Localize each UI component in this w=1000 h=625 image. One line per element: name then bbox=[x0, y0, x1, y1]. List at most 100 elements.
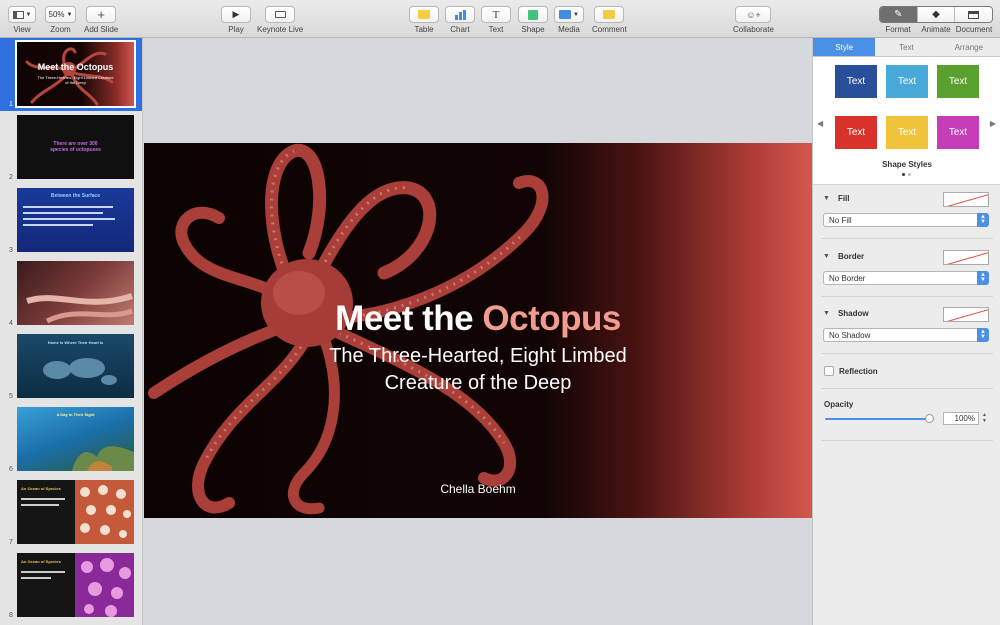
slide-author[interactable]: Chella Boehm bbox=[144, 482, 812, 496]
reflection-label: Reflection bbox=[839, 367, 878, 376]
play-icon: ▶ bbox=[232, 9, 240, 19]
slide-canvas[interactable]: Meet the Octopus The Three-Hearted, Eigh… bbox=[144, 38, 812, 625]
shape-label: Shape bbox=[521, 25, 545, 34]
page-dot[interactable] bbox=[908, 173, 911, 176]
view-sidebar-icon bbox=[12, 10, 24, 19]
slide-thumbnail-8[interactable]: 8 An Ocean of Species bbox=[0, 549, 142, 622]
keynote-live-button[interactable]: Keynote Live bbox=[257, 6, 303, 34]
reef-thumbnail-image bbox=[72, 446, 134, 471]
animate-button[interactable]: ◆ bbox=[916, 7, 955, 22]
up-down-arrows-icon: ▲ ▼ bbox=[977, 328, 989, 342]
shape-style-swatch[interactable]: Text bbox=[886, 116, 928, 149]
shadow-color-well[interactable] bbox=[943, 307, 989, 322]
view-button[interactable]: ▼ View bbox=[8, 6, 36, 34]
diamond-icon: ◆ bbox=[932, 9, 940, 20]
slide-number: 1 bbox=[9, 101, 13, 108]
tab-text[interactable]: Text bbox=[875, 38, 937, 56]
shape-button[interactable]: Shape bbox=[518, 6, 548, 34]
opacity-slider-track[interactable] bbox=[825, 418, 929, 420]
opacity-stepper[interactable]: ▲ ▼ bbox=[980, 412, 989, 425]
slide-thumbnail-image: A Day in Their Sight bbox=[17, 407, 134, 471]
slide-thumbnail-1[interactable]: 1 Meet the Octopus The Three-Hearted, Ei… bbox=[0, 38, 142, 111]
format-button[interactable]: ✎ bbox=[880, 7, 917, 22]
border-select[interactable]: No Border ▲ ▼ bbox=[823, 271, 989, 285]
slide-number: 3 bbox=[9, 247, 13, 254]
border-select-value: No Border bbox=[829, 273, 866, 283]
document-button[interactable] bbox=[954, 7, 992, 22]
slide-thumbnail-image bbox=[17, 261, 134, 325]
up-down-arrows-icon: ▲ ▼ bbox=[977, 213, 989, 227]
shadow-select[interactable]: No Shadow ▲ ▼ bbox=[823, 328, 989, 342]
divider bbox=[821, 388, 993, 389]
slide-subtitle-line2[interactable]: Creature of the Deep bbox=[144, 372, 812, 395]
fill-color-well[interactable] bbox=[943, 192, 989, 207]
slide-thumbnail-7[interactable]: 7 An Ocean of Species bbox=[0, 476, 142, 549]
zoom-select[interactable]: 50% ▼ Zoom bbox=[45, 6, 76, 34]
thumbnail-bullets bbox=[21, 498, 65, 506]
reflection-checkbox[interactable] bbox=[824, 366, 834, 376]
comment-label: Comment bbox=[592, 25, 627, 34]
slide-thumbnail-image: Home is Where Their Heart Is bbox=[17, 334, 134, 398]
shape-style-swatch[interactable]: Text bbox=[835, 116, 877, 149]
current-slide[interactable]: Meet the Octopus The Three-Hearted, Eigh… bbox=[144, 143, 812, 518]
keynote-live-icon bbox=[274, 11, 286, 18]
chevron-right-icon[interactable]: ▶ bbox=[990, 119, 996, 128]
slide-number: 8 bbox=[9, 612, 13, 619]
slide-thumbnail-4[interactable]: 4 bbox=[0, 257, 142, 330]
add-slide-button[interactable]: + Add Slide bbox=[84, 6, 118, 34]
table-label: Table bbox=[414, 25, 434, 34]
collaborate-label: Collaborate bbox=[733, 25, 774, 34]
tab-arrange[interactable]: Arrange bbox=[938, 38, 1000, 56]
chevron-down-icon: ▼ bbox=[573, 11, 579, 18]
zoom-value: 50% bbox=[48, 10, 65, 19]
slide-thumbnail-3[interactable]: 3 Between the Surface bbox=[0, 184, 142, 257]
slide-thumbnail-2[interactable]: 2 There are over 300 species of octopuse… bbox=[0, 111, 142, 184]
keynote-live-label: Keynote Live bbox=[257, 25, 304, 34]
slide-thumbnail-5[interactable]: 5 Home is Where Their Heart Is bbox=[0, 330, 142, 403]
shape-icon bbox=[528, 9, 538, 20]
shape-style-swatch[interactable]: Text bbox=[937, 65, 979, 98]
format-label: Format bbox=[885, 25, 911, 34]
thumbnail-bullets bbox=[21, 571, 65, 579]
octopus-thumbnail-image bbox=[25, 47, 114, 106]
shape-styles-panel: ◀ ▶ Text Text Text Text Text Text Shape … bbox=[813, 57, 1000, 185]
play-label: Play bbox=[228, 25, 244, 34]
shape-style-swatch[interactable]: Text bbox=[937, 116, 979, 149]
media-button[interactable]: ▼ Media bbox=[554, 6, 584, 34]
chart-button[interactable]: Chart bbox=[445, 6, 475, 34]
comment-button[interactable]: Comment bbox=[592, 6, 627, 34]
opacity-slider-knob[interactable] bbox=[925, 414, 934, 423]
play-button[interactable]: ▶ Play bbox=[221, 6, 251, 34]
chart-icon bbox=[454, 9, 466, 20]
shape-style-swatch[interactable]: Text bbox=[886, 65, 928, 98]
border-section-header[interactable]: ▼ Border bbox=[823, 252, 864, 261]
border-color-well[interactable] bbox=[943, 250, 989, 265]
slide-title[interactable]: Meet the Octopus bbox=[144, 299, 812, 339]
chevron-left-icon[interactable]: ◀ bbox=[817, 119, 823, 128]
table-icon bbox=[418, 10, 430, 19]
slide-subtitle-line1[interactable]: The Three-Hearted, Eight Limbed bbox=[144, 345, 812, 368]
up-down-arrows-icon: ▲ ▼ bbox=[977, 271, 989, 285]
slide-number: 5 bbox=[9, 393, 13, 400]
fill-select-value: No Fill bbox=[829, 215, 852, 225]
table-button[interactable]: Table bbox=[409, 6, 439, 34]
chart-label: Chart bbox=[450, 25, 470, 34]
slide-title-part1: Meet the bbox=[335, 299, 483, 338]
shape-style-swatch[interactable]: Text bbox=[835, 65, 877, 98]
text-button[interactable]: T Text bbox=[481, 6, 511, 34]
divider bbox=[821, 440, 993, 441]
format-inspector: Style Text Arrange ◀ ▶ Text Text Text Te… bbox=[812, 38, 1000, 625]
collaborate-button[interactable]: ☺+ Collaborate bbox=[733, 6, 774, 34]
fill-section-header[interactable]: ▼ Fill bbox=[823, 194, 850, 203]
shape-styles-label: Shape Styles bbox=[882, 160, 932, 169]
page-indicator bbox=[902, 173, 911, 176]
slide-thumbnail-6[interactable]: 6 A Day in Their Sight bbox=[0, 403, 142, 476]
inspector-switcher: ✎ ◆ bbox=[879, 6, 993, 23]
fill-select[interactable]: No Fill ▲ ▼ bbox=[823, 213, 989, 227]
shadow-label: Shadow bbox=[837, 309, 869, 318]
page-dot-active[interactable] bbox=[902, 173, 905, 176]
shadow-select-value: No Shadow bbox=[829, 330, 871, 340]
shadow-section-header[interactable]: ▼ Shadow bbox=[823, 309, 869, 318]
opacity-field[interactable]: 100% bbox=[943, 412, 979, 425]
tab-style[interactable]: Style bbox=[813, 38, 876, 56]
